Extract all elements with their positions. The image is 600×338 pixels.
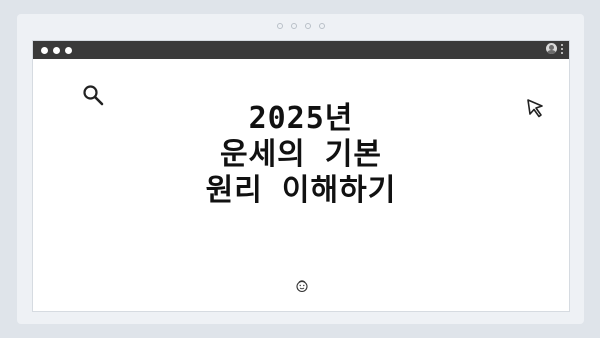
window-controls: [41, 46, 72, 54]
title-line: 원리 이해하기: [205, 173, 397, 208]
page-dot[interactable]: [304, 23, 311, 29]
page-dot[interactable]: [276, 23, 283, 29]
page-title: 2025년 운세의 기본 원리 이해하기: [33, 101, 569, 209]
smiley-face-icon: [296, 280, 308, 293]
page-indicator: [17, 23, 584, 29]
page-dot[interactable]: [290, 23, 297, 29]
user-avatar-icon[interactable]: [546, 43, 557, 54]
title-line: 2025년: [248, 101, 354, 136]
maximize-button[interactable]: [65, 46, 72, 54]
close-button[interactable]: [41, 46, 48, 54]
window-titlebar: [33, 41, 569, 59]
titlebar-actions: [546, 43, 563, 54]
page-dot[interactable]: [318, 23, 325, 29]
title-line: 운세의 기본: [219, 137, 383, 172]
minimize-button[interactable]: [53, 46, 60, 54]
kebab-menu-icon[interactable]: [561, 43, 563, 54]
browser-window: 2025년 운세의 기본 원리 이해하기: [32, 40, 570, 312]
